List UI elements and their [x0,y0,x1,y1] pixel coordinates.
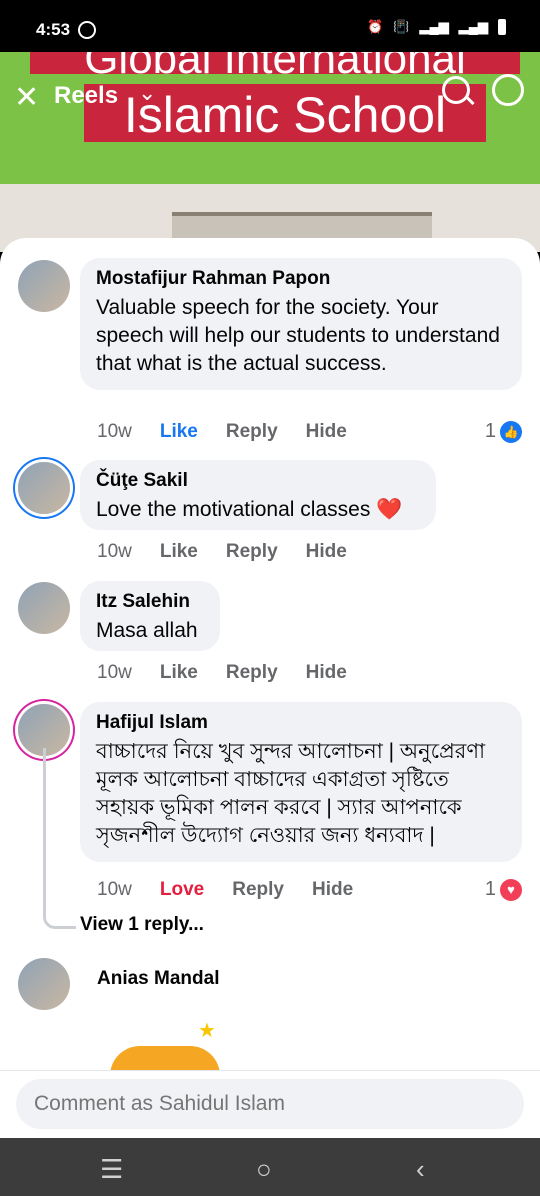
reply-button[interactable]: Reply [226,662,278,684]
like-button[interactable]: Like [160,421,198,443]
comment-author[interactable]: Itz Salehin [96,591,204,613]
hide-button[interactable]: Hide [306,662,347,684]
comment-actions: 10w Like Reply Hide [97,662,347,684]
signal-icon: ▂▄▆ [419,19,449,34]
reaction-summary[interactable]: 1 👍 [485,420,522,443]
avatar[interactable] [18,582,70,634]
reply-button[interactable]: Reply [232,879,284,901]
like-button[interactable]: Like [160,662,198,684]
status-bar: 4:53 ⏰ 📳 ▂▄▆ ▂▄▆ [0,0,540,52]
hide-button[interactable]: Hide [306,541,347,563]
comment-actions: 10w Like Reply Hide [97,421,347,443]
comment-author[interactable]: Mostafijur Rahman Papon [96,268,506,290]
like-button[interactable]: Like [160,541,198,563]
comment-text: বাচ্চাদের নিয়ে খুব সুন্দর আলোচনা | অনুপ… [96,740,486,847]
comment-text: Love the motivational classes ❤️ [96,498,403,521]
back-icon[interactable]: ‹ [416,1154,425,1185]
reels-title[interactable]: Reels [54,82,118,110]
battery-icon [498,19,506,35]
clapping-sticker: ★ [110,1018,230,1086]
comment-time: 10w [97,541,132,562]
system-nav-bar: ☰ ○ ‹ [0,1138,540,1196]
vibrate-icon: 📳 [393,19,410,34]
comment-author[interactable]: Čüţe Sakil [96,470,420,492]
comments-sheet: Mostafijur Rahman Papon Valuable speech … [0,238,540,1138]
reply-button[interactable]: Reply [226,421,278,443]
comment-bubble[interactable]: Mostafijur Rahman Papon Valuable speech … [80,258,522,390]
comment-author[interactable]: Anias Mandal [97,968,219,990]
comment-text: Masa allah [96,619,198,642]
signal-icon-2: ▂▄▆ [458,19,488,34]
avatar[interactable] [18,462,70,514]
love-button[interactable]: Love [160,879,204,901]
chevron-down-icon[interactable]: ⌄ [138,80,156,106]
comment-bubble[interactable]: Itz Salehin Masa allah [80,581,220,651]
comment-text: Valuable speech for the society. Your sp… [96,296,500,375]
reaction-count: 1 [484,420,496,442]
avatar[interactable] [18,958,70,1010]
view-replies-link[interactable]: View 1 reply... [80,914,204,936]
recents-icon[interactable]: ☰ [100,1154,123,1185]
comment-time: 10w [97,662,132,683]
hide-button[interactable]: Hide [306,421,347,443]
alarm-icon: ⏰ [367,19,384,34]
status-time: 4:53 [36,20,71,39]
close-icon[interactable]: ✕ [14,80,39,115]
comment-bubble[interactable]: Čüţe Sakil Love the motivational classes… [80,460,436,530]
comment-composer [0,1070,540,1139]
comment-time: 10w [97,879,132,900]
home-icon[interactable]: ○ [256,1154,272,1185]
thread-line [43,748,76,929]
comment-author[interactable]: Hafijul Islam [96,712,506,734]
whatsapp-icon [78,21,96,39]
banner-line-1: Global International [30,52,520,74]
status-icons: ⏰ 📳 ▂▄▆ ▂▄▆ [367,19,506,35]
profile-icon[interactable] [492,74,524,106]
hide-button[interactable]: Hide [312,879,353,901]
thumbs-up-icon: 👍 [500,420,522,443]
reaction-count: 1 [484,878,496,900]
comment-actions: 10w Like Reply Hide [97,541,347,563]
comment-input[interactable] [16,1079,524,1129]
reply-button[interactable]: Reply [226,541,278,563]
comment-actions: 10w Love Reply Hide [97,879,353,901]
star-icon: ★ [198,1020,216,1042]
reaction-summary[interactable]: 1 ♥ [485,878,522,901]
comment-bubble[interactable]: Hafijul Islam বাচ্চাদের নিয়ে খুব সুন্দর… [80,702,522,862]
search-icon[interactable] [442,76,470,104]
comment-time: 10w [97,421,132,442]
heart-icon: ♥ [500,878,522,901]
avatar[interactable] [18,260,70,312]
